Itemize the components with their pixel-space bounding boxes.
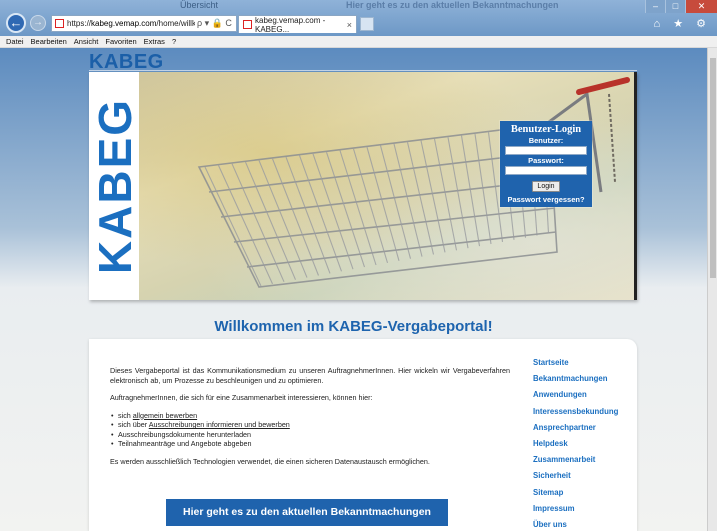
password-field[interactable] <box>505 166 587 175</box>
nav-ueber-uns[interactable]: Über uns <box>533 520 637 531</box>
ghost-tab-overview: Übersicht <box>180 0 219 10</box>
nav-bekanntmachungen[interactable]: Bekanntmachungen <box>533 374 637 390</box>
menu-bearbeiten[interactable]: Bearbeiten <box>31 37 67 46</box>
vertical-logo: KABEG <box>89 97 141 275</box>
benefits-list: sich allgemein bewerben sich über Aussch… <box>110 411 510 449</box>
list-item: Teilnahmeanträge und Angebote abgeben <box>110 439 510 449</box>
nav-anwendungen[interactable]: Anwendungen <box>533 390 637 406</box>
menu-bar: Datei Bearbeiten Ansicht Favoriten Extra… <box>0 36 717 48</box>
page-title: Willkommen im KABEG-Vergabeportal! <box>214 318 493 335</box>
browser-titlebar: Übersicht Hier geht es zu den aktuellen … <box>0 0 717 36</box>
nav-ansprechpartner[interactable]: Ansprechpartner <box>533 423 637 439</box>
minimize-button[interactable]: – <box>645 0 665 13</box>
forward-button[interactable]: → <box>30 15 46 31</box>
nav-sitemap[interactable]: Sitemap <box>533 488 637 504</box>
header-divider <box>89 70 637 71</box>
intro-text: Dieses Vergabeportal ist das Kommunikati… <box>110 366 510 474</box>
login-box: Benutzer-Login Benutzer: Passwort: Login… <box>500 121 592 207</box>
menu-help[interactable]: ? <box>172 37 176 46</box>
address-url[interactable]: https://kabeg.vemap.com/home/willkomm <box>67 19 195 28</box>
username-field[interactable] <box>505 146 587 155</box>
username-label: Benutzer: <box>528 136 564 145</box>
site-favicon-icon <box>55 19 64 28</box>
security-note: Es werden ausschließlich Technologien ve… <box>110 456 430 466</box>
list-item: sich allgemein bewerben <box>110 411 510 421</box>
tab-favicon-icon <box>243 20 252 29</box>
tenders-link[interactable]: Ausschreibungen informieren und bewerben <box>149 420 290 429</box>
address-bar[interactable]: https://kabeg.vemap.com/home/willkomm ρ … <box>51 15 237 32</box>
close-window-button[interactable]: ✕ <box>685 0 717 13</box>
nav-sicherheit[interactable]: Sicherheit <box>533 471 637 487</box>
announcements-cta-button[interactable]: Hier geht es zu den aktuellen Bekanntmac… <box>166 499 448 526</box>
menu-ansicht[interactable]: Ansicht <box>74 37 99 46</box>
vertical-scrollbar[interactable] <box>707 48 717 531</box>
main-content-panel: Dieses Vergabeportal ist das Kommunikati… <box>89 339 637 531</box>
list-item: Ausschreibungsdokumente herunterladen <box>110 430 510 440</box>
general-application-link[interactable]: allgemein bewerben <box>133 411 197 420</box>
menu-favoriten[interactable]: Favoriten <box>105 37 136 46</box>
back-button[interactable]: ← <box>6 13 26 33</box>
nav-impressum[interactable]: Impressum <box>533 504 637 520</box>
arrow-left-icon: ← <box>9 15 23 30</box>
tab-title: kabeg.vemap.com - KABEG... <box>255 15 326 34</box>
nav-helpdesk[interactable]: Helpdesk <box>533 439 637 455</box>
maximize-button[interactable]: □ <box>665 0 685 13</box>
forgot-password-link[interactable]: Passwort vergessen? <box>500 195 592 204</box>
list-item: sich über Ausschreibungen informieren un… <box>110 420 510 430</box>
arrow-right-icon: → <box>33 17 43 28</box>
ghost-tab-announcements: Hier geht es zu den aktuellen Bekanntmac… <box>346 0 559 10</box>
side-navigation: Startseite Bekanntmachungen Anwendungen … <box>533 358 637 531</box>
nav-interessensbekundung[interactable]: Interessensbekundung <box>533 407 637 423</box>
toolbar-icons[interactable]: ⌂ ★ ⚙ <box>654 17 711 30</box>
nav-zusammenarbeit[interactable]: Zusammenarbeit <box>533 455 637 471</box>
tab-close-icon[interactable]: × <box>347 20 352 30</box>
window-controls: – □ ✕ <box>645 0 717 13</box>
login-button[interactable]: Login <box>532 181 560 192</box>
login-title: Benutzer-Login <box>510 124 582 135</box>
new-tab-button[interactable] <box>360 17 374 31</box>
password-label: Passwort: <box>528 156 564 165</box>
menu-datei[interactable]: Datei <box>6 37 24 46</box>
nav-startseite[interactable]: Startseite <box>533 358 637 374</box>
lead-paragraph: AuftragnehmerInnen, die sich für eine Zu… <box>110 393 373 402</box>
address-bar-icons[interactable]: ρ ▾ 🔒 C <box>197 18 232 29</box>
hero-logo-strip: KABEG <box>89 72 141 300</box>
menu-extras[interactable]: Extras <box>144 37 165 46</box>
intro-paragraph: Dieses Vergabeportal ist das Kommunikati… <box>110 366 510 385</box>
scroll-thumb[interactable] <box>710 58 716 278</box>
tab-active[interactable]: kabeg.vemap.com - KABEG... × <box>238 15 357 34</box>
